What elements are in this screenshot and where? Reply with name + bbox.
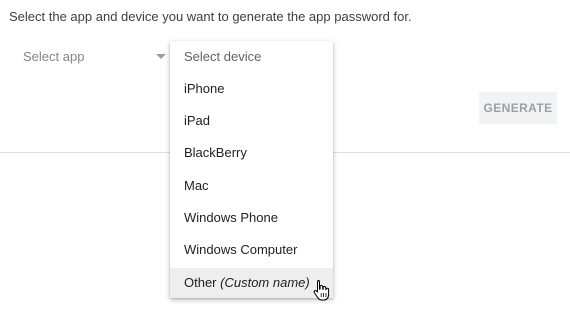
select-device-menu[interactable]: Select device iPhone iPad BlackBerry Mac… xyxy=(170,41,333,298)
menu-item-label: Mac xyxy=(184,178,209,193)
menu-item-ipad[interactable]: iPad xyxy=(170,106,333,136)
menu-item-label: Windows Computer xyxy=(184,242,298,257)
menu-item-suffix: (Custom name) xyxy=(220,275,310,290)
menu-item-windows-computer[interactable]: Windows Computer xyxy=(170,235,333,265)
select-app-dropdown[interactable]: Select app xyxy=(9,42,169,72)
menu-item-other[interactable]: Other (Custom name) xyxy=(170,268,333,298)
instructions-text: Select the app and device you want to ge… xyxy=(9,9,412,24)
hand-pointer-icon xyxy=(313,280,330,301)
menu-item-label: Other xyxy=(184,275,217,290)
menu-item-blackberry[interactable]: BlackBerry xyxy=(170,138,333,168)
generate-button[interactable]: GENERATE xyxy=(479,92,557,124)
menu-item-label: BlackBerry xyxy=(184,145,247,160)
dropdown-arrow-icon xyxy=(156,54,166,59)
menu-item-label: iPhone xyxy=(184,81,225,96)
menu-item-iphone[interactable]: iPhone xyxy=(170,74,333,104)
select-app-label: Select app xyxy=(23,49,85,64)
menu-item-label: Windows Phone xyxy=(184,210,278,225)
menu-item-windows-phone[interactable]: Windows Phone xyxy=(170,203,333,233)
menu-item-label-wrap: Other (Custom name) xyxy=(184,268,310,298)
app-password-page: Select the app and device you want to ge… xyxy=(0,0,570,324)
menu-item-mac[interactable]: Mac xyxy=(170,171,333,201)
select-device-placeholder[interactable]: Select device xyxy=(184,49,261,64)
menu-item-label: iPad xyxy=(184,113,211,128)
